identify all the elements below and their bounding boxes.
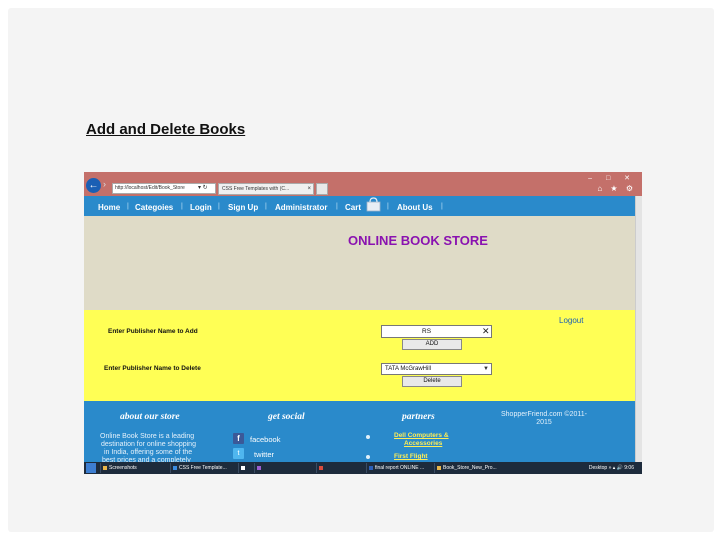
word-icon — [369, 466, 373, 470]
forward-arrow-icon[interactable]: › — [103, 179, 106, 189]
window-controls[interactable]: – □ ✕ — [588, 174, 636, 182]
taskbar-item-label: Screenshots — [109, 465, 137, 471]
footer-about-heading: about our store — [120, 412, 180, 422]
nav-categories[interactable]: Categoies — [135, 203, 173, 212]
footer-social-heading: get social — [268, 412, 305, 422]
taskbar-item-app[interactable] — [238, 463, 252, 473]
facebook-icon[interactable]: f — [233, 433, 244, 444]
app-icon — [257, 466, 261, 470]
footer-about-text: destination for online shopping — [101, 441, 196, 448]
nav-home[interactable]: Home — [98, 203, 120, 212]
logout-link[interactable]: Logout — [559, 316, 583, 325]
taskbar-item-app[interactable] — [316, 463, 330, 473]
nav-about-us[interactable]: About Us — [397, 203, 433, 212]
taskbar-item-label: CSS Free Template... — [179, 465, 227, 471]
nav-separator: | — [265, 203, 267, 210]
nav-cart[interactable]: Cart — [345, 203, 361, 212]
browser-chrome: ← › http://localhost/Edit/Book_Store ▾ ↻… — [84, 172, 642, 196]
taskbar-item-screenshots[interactable]: Screenshots — [100, 463, 168, 473]
refresh-icon[interactable]: ▾ ↻ — [198, 183, 208, 193]
chevron-down-icon: ▼ — [483, 366, 489, 372]
screenshot: ← › http://localhost/Edit/Book_Store ▾ ↻… — [84, 172, 642, 474]
nav-administrator[interactable]: Administrator — [275, 203, 327, 212]
twitter-link[interactable]: twitter — [254, 450, 274, 459]
footer-partners-heading: partners — [402, 412, 435, 422]
vertical-scrollbar[interactable] — [635, 196, 642, 462]
system-tray[interactable]: Desktop » ▴ 🔊 9:06 — [589, 463, 634, 473]
footer-about-text: Online Book Store is a leading — [100, 433, 195, 440]
bullet-icon — [366, 455, 370, 459]
twitter-icon[interactable]: t — [233, 448, 244, 459]
partner-link-first-flight[interactable]: First Flight — [394, 453, 428, 460]
os-taskbar: Screenshots CSS Free Template... final r… — [84, 462, 642, 474]
folder-icon — [103, 466, 107, 470]
nav-separator: | — [127, 203, 129, 210]
copyright-text: ShopperFriend.com ©2011- 2015 — [501, 411, 587, 427]
delete-publisher-selected: TATA McGrawHill — [385, 366, 431, 372]
tab-close-icon[interactable]: × — [307, 184, 311, 194]
taskbar-item-app[interactable] — [254, 463, 268, 473]
bullet-icon — [366, 435, 370, 439]
taskbar-item-report[interactable]: final report ONLINE ... — [366, 463, 432, 473]
copyright-line: ShopperFriend.com ©2011- — [501, 411, 587, 418]
publisher-form-panel — [84, 310, 635, 401]
partner-link-dell[interactable]: Dell Computers & — [394, 432, 449, 439]
clear-input-icon[interactable]: ✕ — [482, 325, 490, 338]
add-button[interactable]: ADD — [402, 339, 462, 350]
store-title: ONLINE BOOK STORE — [348, 233, 488, 248]
nav-separator: | — [181, 203, 183, 210]
nav-signup[interactable]: Sign Up — [228, 203, 258, 212]
delete-button[interactable]: Delete — [402, 376, 462, 387]
browser-icon — [173, 466, 177, 470]
folder-icon — [437, 466, 441, 470]
footer-about-text: in India, offering some of the — [104, 449, 193, 456]
shopping-bag-icon[interactable] — [366, 197, 381, 212]
add-publisher-label: Enter Publisher Name to Add — [108, 328, 198, 335]
taskbar-item-label: Book_Store_New_Pro... — [443, 465, 497, 471]
header-banner — [84, 216, 635, 310]
back-arrow-icon[interactable]: ← — [86, 178, 101, 193]
nav-separator: | — [387, 203, 389, 210]
nav-separator: | — [218, 203, 220, 210]
browser-tab-title: CSS Free Templates with (C... — [222, 186, 290, 192]
delete-publisher-select[interactable]: TATA McGrawHill ▼ — [381, 363, 492, 375]
partner-link-dell-accessories[interactable]: Accessories — [404, 440, 442, 447]
app-icon — [319, 466, 323, 470]
browser-tools-icons[interactable]: ⌂ ★ ⚙ — [597, 184, 636, 193]
taskbar-item-project[interactable]: Book_Store_New_Pro... — [434, 463, 504, 473]
taskbar-item-browser[interactable]: CSS Free Template... — [170, 463, 236, 473]
delete-publisher-label: Enter Publisher Name to Delete — [104, 365, 201, 372]
app-icon — [241, 466, 245, 470]
nav-separator: | — [336, 203, 338, 210]
start-button[interactable] — [86, 463, 96, 473]
slide-title: Add and Delete Books — [86, 121, 246, 138]
copyright-line: 2015 — [536, 419, 552, 426]
nav-separator: | — [441, 203, 443, 210]
facebook-link[interactable]: facebook — [250, 435, 280, 444]
add-publisher-input[interactable]: RS — [381, 325, 492, 338]
nav-login[interactable]: Login — [190, 203, 212, 212]
taskbar-item-label: final report ONLINE ... — [375, 465, 425, 471]
browser-tab[interactable]: CSS Free Templates with (C... × — [218, 183, 314, 195]
new-tab-button[interactable] — [316, 183, 328, 195]
